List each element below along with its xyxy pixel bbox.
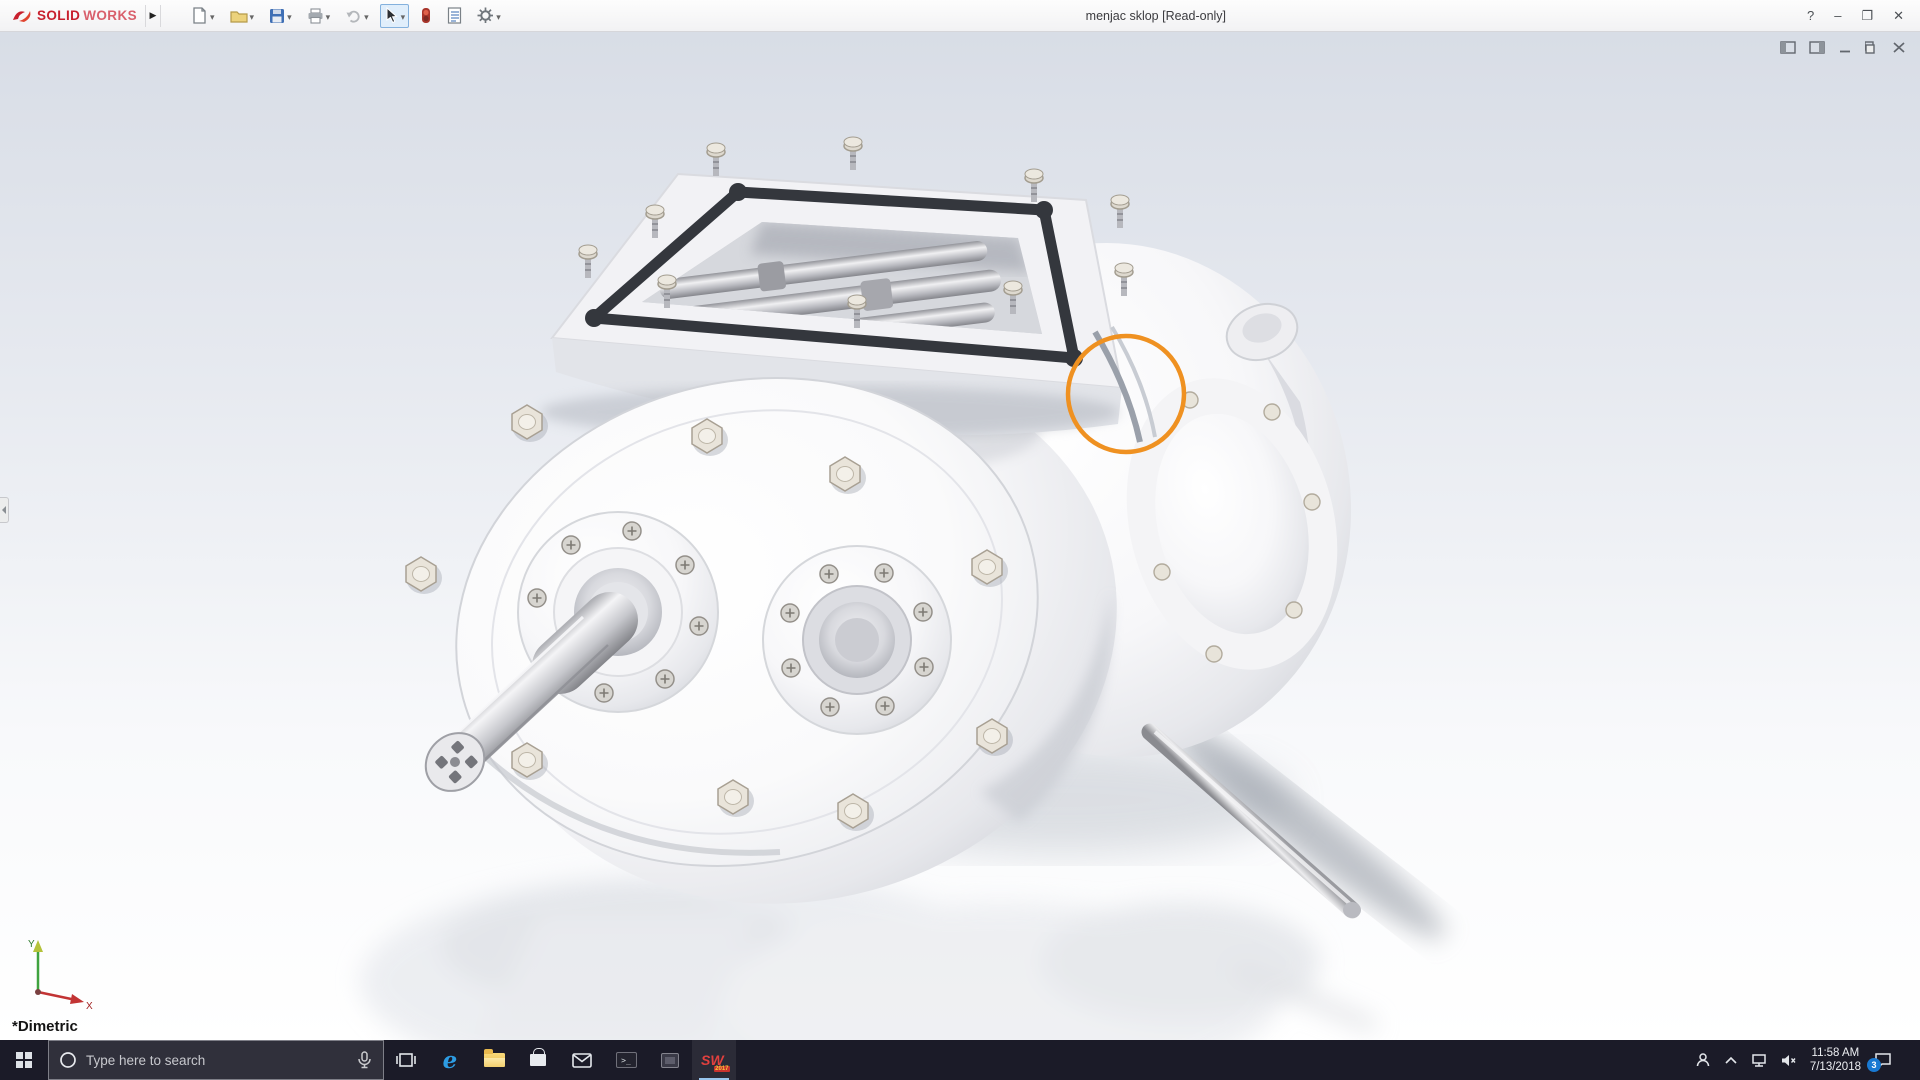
dassault-mark-icon	[13, 11, 31, 22]
network-icon[interactable]	[1751, 1053, 1767, 1068]
notification-badge: 3	[1867, 1058, 1881, 1072]
print-icon	[308, 7, 323, 24]
gearbox-3d-model[interactable]	[0, 32, 1920, 1040]
open-folder-icon	[229, 10, 248, 23]
console-icon[interactable]: >_	[604, 1040, 648, 1080]
tray-overflow-chevron-icon[interactable]	[1724, 1056, 1738, 1065]
x-axis-label: X	[86, 1001, 93, 1010]
file-properties-button[interactable]	[443, 4, 466, 27]
save-floppy-icon	[270, 8, 285, 23]
gear-icon	[477, 7, 494, 23]
orientation-triad: Y X	[28, 939, 93, 1010]
menu-flyout-arrow-icon[interactable]	[145, 4, 162, 27]
document-close-icon[interactable]	[1892, 41, 1906, 54]
graphics-viewport[interactable]: Y X *Dimetric	[0, 32, 1920, 1040]
main-toolbar	[161, 3, 505, 28]
document-minimize-icon[interactable]	[1838, 41, 1852, 54]
action-center-icon[interactable]: 3	[1867, 1052, 1892, 1072]
taskbar-search[interactable]: Type here to search	[48, 1040, 384, 1080]
select-cursor-icon	[386, 7, 398, 24]
document-window-controls	[1780, 41, 1906, 54]
file-explorer-icon[interactable]	[472, 1040, 516, 1080]
chevron-down-icon[interactable]	[210, 7, 215, 25]
start-button[interactable]	[0, 1040, 48, 1080]
chevron-down-icon[interactable]	[401, 7, 406, 25]
rebuild-button[interactable]	[416, 4, 436, 27]
pinned-app-icon[interactable]	[648, 1040, 692, 1080]
close-button[interactable]: ✕	[1893, 8, 1904, 24]
document-restore-icon[interactable]	[1865, 41, 1879, 54]
rebuild-icon	[422, 8, 431, 23]
clock-time: 11:58 AM	[1811, 1047, 1860, 1059]
chevron-down-icon[interactable]	[287, 7, 292, 25]
task-view-icon	[396, 1053, 416, 1067]
new-document-icon	[193, 7, 206, 24]
pane-right-icon[interactable]	[1809, 41, 1825, 54]
undo-arrow-icon	[346, 10, 360, 23]
people-icon[interactable]	[1695, 1052, 1711, 1068]
x-axis-arrow-icon	[70, 994, 84, 1004]
solidworks-taskbar-icon[interactable]: SW 2017	[692, 1040, 736, 1080]
new-document-button[interactable]	[187, 4, 219, 28]
clock-date: 7/13/2018	[1809, 1061, 1861, 1073]
system-tray: 11:58 AM 7/13/2018 3	[1695, 1040, 1920, 1080]
brand-solid: SOLID	[37, 8, 81, 23]
task-view-button[interactable]	[384, 1040, 428, 1080]
windows-logo-icon	[16, 1052, 32, 1068]
floor-reflection	[360, 872, 1380, 1040]
y-axis-label: Y	[28, 939, 35, 950]
microphone-icon[interactable]	[356, 1051, 373, 1069]
view-orientation-label: *Dimetric	[12, 1018, 78, 1035]
window-controls: ? – ❐ ✕	[1807, 8, 1920, 24]
print-button[interactable]	[303, 4, 335, 28]
options-button[interactable]	[473, 4, 505, 28]
chevron-down-icon[interactable]	[250, 7, 255, 25]
cortana-icon	[60, 1052, 76, 1068]
titlebar: SOLID WORKS ▶ ▾ ▾ ▾ ▾ ▾ ▾ ▾ menjac sklop…	[0, 0, 1920, 32]
window-title: menjac sklop [Read-only]	[1085, 8, 1227, 23]
open-button[interactable]	[226, 4, 259, 28]
right-bearing-hub	[762, 545, 952, 735]
brand-works: WORKS	[83, 8, 138, 23]
volume-icon[interactable]	[1780, 1053, 1797, 1068]
taskbar: Type here to search e >_ SW 2017 11:58 A…	[0, 1040, 1920, 1080]
solidworks-logo: SOLID WORKS	[0, 7, 145, 24]
select-button[interactable]	[379, 3, 410, 28]
taskbar-clock[interactable]: 11:58 AM 7/13/2018	[1810, 1046, 1861, 1074]
chevron-down-icon[interactable]	[496, 7, 501, 25]
chevron-down-icon[interactable]	[364, 7, 369, 25]
chevron-down-icon[interactable]	[326, 7, 331, 25]
file-properties-icon	[448, 7, 462, 24]
maximize-button[interactable]: ❐	[1861, 8, 1873, 24]
mail-icon[interactable]	[560, 1040, 604, 1080]
store-icon[interactable]	[516, 1040, 560, 1080]
undo-button[interactable]	[341, 4, 373, 28]
search-placeholder: Type here to search	[86, 1052, 206, 1068]
minimize-button[interactable]: –	[1834, 8, 1841, 23]
save-button[interactable]	[265, 4, 296, 28]
edge-browser-icon[interactable]: e	[428, 1040, 472, 1080]
help-button[interactable]: ?	[1807, 8, 1814, 23]
pane-left-icon[interactable]	[1780, 41, 1796, 54]
